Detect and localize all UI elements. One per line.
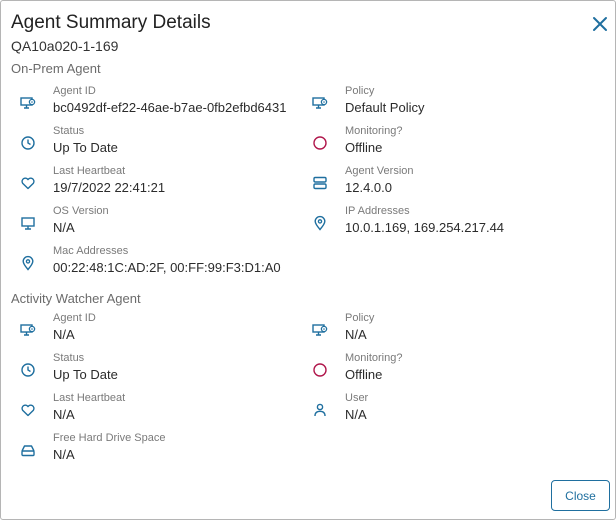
field-label: Agent ID <box>53 85 96 97</box>
field-label: OS Version <box>53 205 109 217</box>
field-value: 00:22:48:1C:AD:2F, 00:FF:99:F3:D1:A0 <box>53 260 281 275</box>
close-icon[interactable] <box>590 14 610 34</box>
server-icon <box>313 176 327 190</box>
field-value: N/A <box>345 407 367 422</box>
hard-drive-icon <box>21 445 35 457</box>
field-value: 12.4.0.0 <box>345 180 392 195</box>
field-value: N/A <box>53 447 75 462</box>
field-label: IP Addresses <box>345 205 410 217</box>
field-label: Status <box>53 352 85 364</box>
field-value: 10.0.1.169, 169.254.217.44 <box>345 220 505 235</box>
monitor-gear-icon <box>312 324 328 336</box>
field-value: N/A <box>53 407 75 422</box>
clock-icon <box>21 363 35 377</box>
field-value: N/A <box>345 327 367 342</box>
heart-icon <box>21 177 35 190</box>
heart-icon <box>21 404 35 417</box>
clock-icon <box>21 136 35 150</box>
field-value: Up To Date <box>53 140 118 155</box>
field-value: N/A <box>53 327 75 342</box>
field-label: Last Heartbeat <box>53 392 126 404</box>
field-value: Offline <box>345 367 383 382</box>
field-value: Default Policy <box>345 100 425 115</box>
user-icon <box>314 403 326 417</box>
close-button[interactable]: Close <box>551 480 610 511</box>
field-label: User <box>345 392 369 404</box>
section-heading-watcher: Activity Watcher Agent <box>11 291 141 306</box>
monitor-gear-icon <box>20 97 36 109</box>
field-value: Up To Date <box>53 367 118 382</box>
field-label: Policy <box>345 85 375 97</box>
field-label: Last Heartbeat <box>53 165 126 177</box>
field-value: bc0492df-ef22-46ae-b7ae-0fb2efbd6431 <box>53 100 287 115</box>
monitor-gear-icon <box>312 97 328 109</box>
location-pin-icon <box>22 255 34 271</box>
agent-summary-dialog: Agent Summary Details QA10a020-1-169 On-… <box>0 0 616 520</box>
circle-icon <box>313 136 327 150</box>
field-value: 19/7/2022 22:41:21 <box>53 180 166 195</box>
dialog-title: Agent Summary Details <box>11 12 211 33</box>
location-pin-icon <box>314 215 326 231</box>
field-label: Mac Addresses <box>53 245 129 257</box>
field-label: Agent ID <box>53 312 96 324</box>
field-label: Monitoring? <box>345 125 403 137</box>
field-value: Offline <box>345 140 383 155</box>
field-label: Agent Version <box>345 165 414 177</box>
field-value: N/A <box>53 220 75 235</box>
monitor-gear-icon <box>20 324 36 336</box>
field-label: Policy <box>345 312 375 324</box>
field-label: Status <box>53 125 85 137</box>
section-heading-onprem: On-Prem Agent <box>11 61 101 76</box>
dialog-subtitle: QA10a020-1-169 <box>11 38 119 54</box>
field-label: Monitoring? <box>345 352 403 364</box>
field-label: Free Hard Drive Space <box>53 432 166 444</box>
circle-icon <box>313 363 327 377</box>
monitor-icon <box>21 217 35 230</box>
